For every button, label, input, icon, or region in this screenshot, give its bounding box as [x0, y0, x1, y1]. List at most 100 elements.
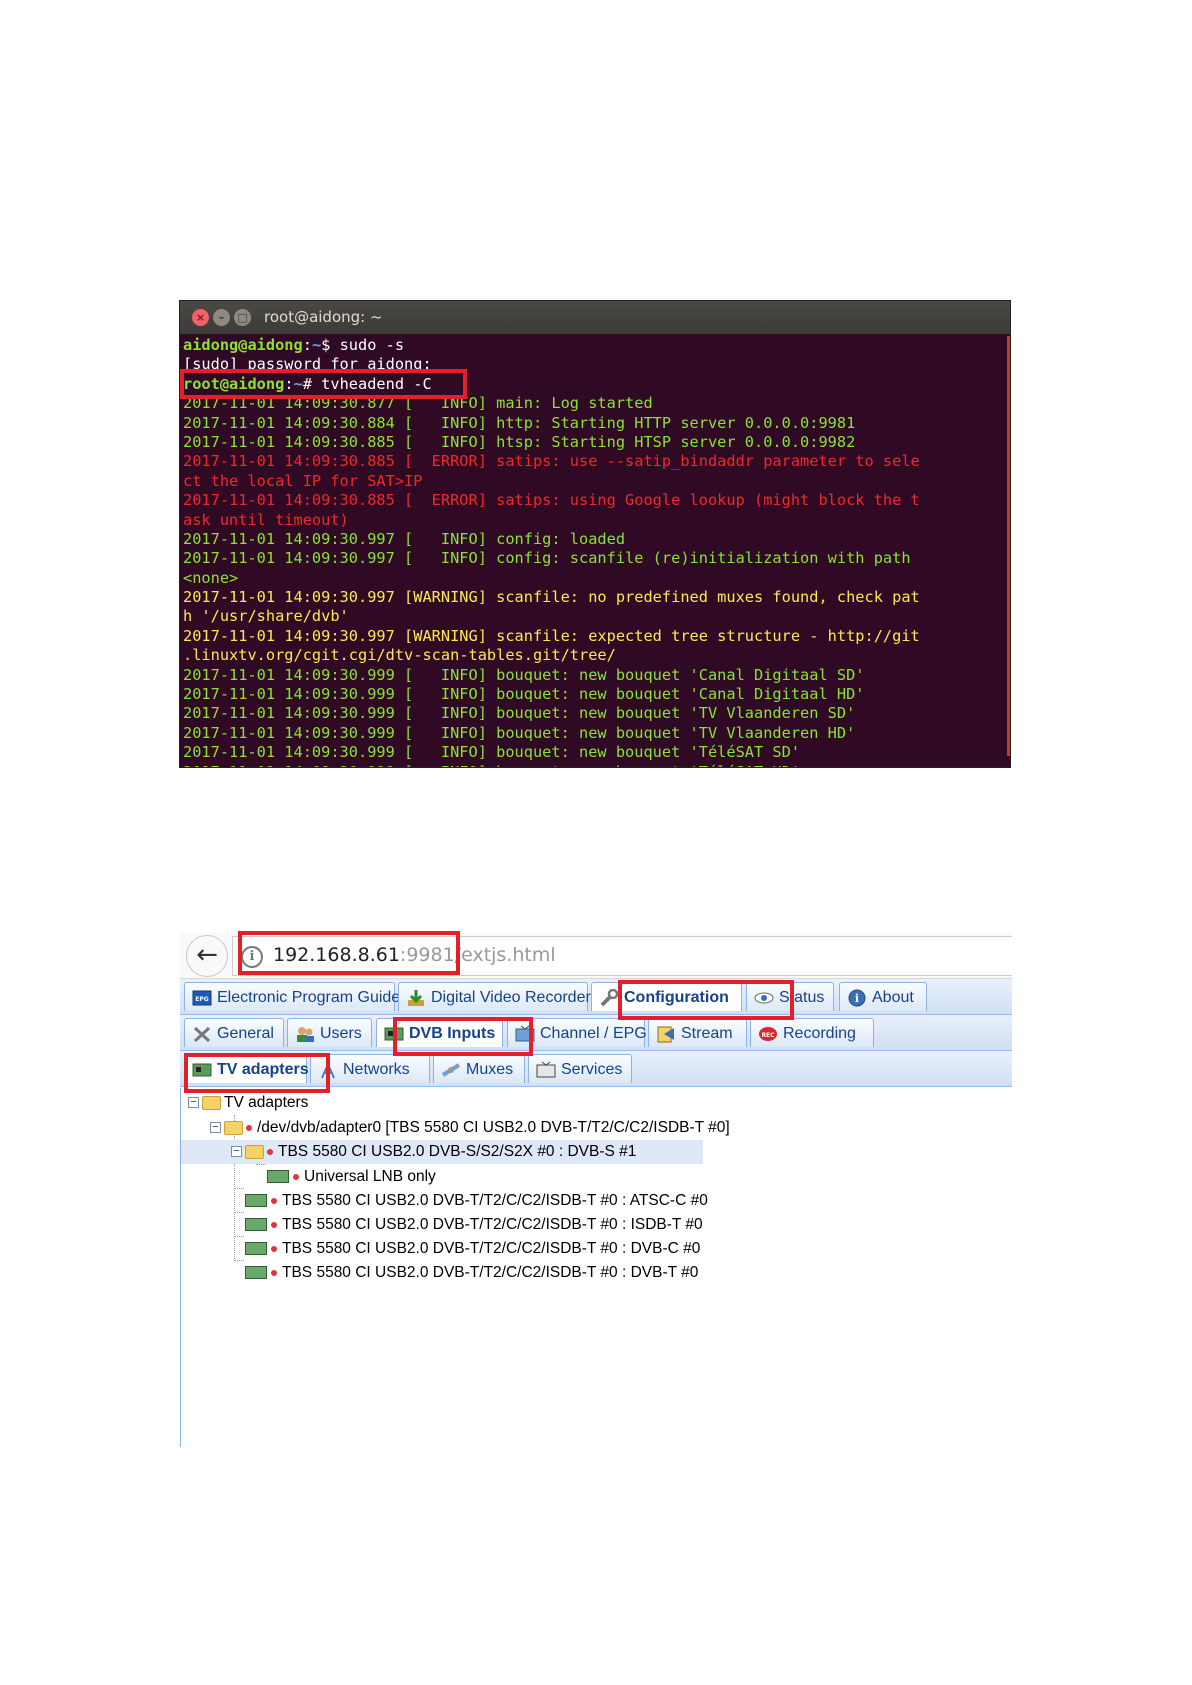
collapse-icon[interactable]: −	[210, 1122, 221, 1134]
collapse-icon[interactable]: −	[188, 1097, 199, 1109]
tab-label: Configuration	[624, 989, 729, 1006]
terminal-line: <none>	[183, 569, 1010, 588]
tv-card-icon	[384, 1024, 404, 1042]
tv-icon	[536, 1060, 556, 1078]
terminal-text: 2017-11-01 14:09:30.885 [ ERROR] satips:…	[183, 452, 920, 471]
address-bar[interactable]: i 192.168.8.61:9981/extjs.html	[232, 936, 1012, 976]
tree-node-frontend[interactable]: TBS 5580 CI USB2.0 DVB-T/T2/C/C2/ISDB-T …	[245, 1213, 703, 1237]
terminal-line: 2017-11-01 14:09:30.999 [ INFO] bouquet:…	[183, 763, 1010, 767]
terminal-text: :	[284, 374, 294, 393]
node-label: TBS 5580 CI USB2.0 DVB-S/S2/S2X #0 : DVB…	[278, 1143, 637, 1160]
terminal-line: .linuxtv.org/cgit.cgi/dtv-scan-tables.gi…	[183, 646, 1010, 665]
tab-configuration[interactable]: Configuration	[591, 982, 742, 1011]
tab-about[interactable]: i About	[839, 982, 927, 1011]
minimize-icon[interactable]: –	[213, 309, 230, 326]
folder-icon	[202, 1095, 221, 1110]
svg-text:i: i	[855, 992, 859, 1005]
terminal-text: 2017-11-01 14:09:30.885 [ ERROR] satips:…	[183, 491, 920, 510]
terminal-text: ct the local IP for SAT>IP	[183, 471, 423, 490]
tab-label: Digital Video Recorder	[431, 989, 591, 1006]
collapse-icon[interactable]: −	[231, 1146, 242, 1158]
status-dot-icon	[267, 1148, 273, 1155]
node-label: Universal LNB only	[304, 1168, 436, 1185]
tv-card-icon	[245, 1266, 267, 1280]
terminal-text: 2017-11-01 14:09:30.999 [ INFO] bouquet:…	[183, 665, 865, 684]
config-tabbar: General Users DVB Inputs Channel / EPG S…	[180, 1015, 1012, 1051]
terminal-text: 2017-11-01 14:09:30.999 [ INFO] bouquet:…	[183, 763, 800, 767]
node-label: /dev/dvb/adapter0 [TBS 5580 CI USB2.0 DV…	[257, 1119, 730, 1136]
tab-label: TV adapters	[217, 1061, 309, 1078]
close-icon[interactable]: ×	[192, 309, 209, 326]
status-dot-icon	[271, 1245, 277, 1252]
tree-node-frontend[interactable]: TBS 5580 CI USB2.0 DVB-T/T2/C/C2/ISDB-T …	[245, 1237, 700, 1261]
terminal-text: ~	[293, 374, 303, 393]
terminal-line: 2017-11-01 14:09:30.999 [ INFO] bouquet:…	[183, 666, 1010, 685]
terminal-text: 2017-11-01 14:09:30.999 [ INFO] bouquet:…	[183, 723, 856, 742]
tab-dvr[interactable]: Digital Video Recorder	[398, 982, 591, 1011]
terminal-output[interactable]: aidong@aidong:~$ sudo -s [sudo] password …	[183, 336, 1010, 767]
tab-stream[interactable]: Stream	[648, 1018, 747, 1047]
tree-node-frontend[interactable]: TBS 5580 CI USB2.0 DVB-T/T2/C/C2/ISDB-T …	[245, 1189, 708, 1213]
terminal-text: ask until timeout)	[183, 510, 349, 529]
node-label: TBS 5580 CI USB2.0 DVB-T/T2/C/C2/ISDB-T …	[282, 1264, 699, 1281]
tab-epg[interactable]: EPG Electronic Program Guide	[184, 982, 400, 1011]
download-icon	[406, 988, 426, 1006]
tab-status[interactable]: Status	[746, 982, 834, 1011]
terminal-scrollbar[interactable]	[1007, 336, 1010, 756]
terminal-text: 2017-11-01 14:09:30.884 [ INFO] http: St…	[183, 413, 856, 432]
tree-connector	[234, 1188, 244, 1189]
terminal-text: # tvheadend -C	[302, 374, 432, 393]
tab-general[interactable]: General	[184, 1018, 284, 1047]
tab-label: General	[217, 1025, 274, 1042]
tree-connector	[234, 1236, 244, 1237]
tab-dvb-inputs[interactable]: DVB Inputs	[376, 1018, 503, 1047]
tv-card-icon	[245, 1242, 267, 1256]
terminal-text: $ sudo -s	[321, 336, 405, 354]
tab-channel-epg[interactable]: Channel / EPG	[507, 1018, 647, 1047]
svg-text:EPG: EPG	[195, 996, 208, 1003]
node-label: TBS 5580 CI USB2.0 DVB-T/T2/C/C2/ISDB-T …	[282, 1192, 708, 1209]
terminal-line: 2017-11-01 14:09:30.997 [ INFO] config: …	[183, 530, 1010, 549]
tab-label: Status	[779, 989, 825, 1006]
rec-icon: REC	[758, 1024, 778, 1042]
tree-connector	[256, 1164, 266, 1165]
terminal-text: ~	[311, 336, 322, 354]
tree-node-lnb[interactable]: Universal LNB only	[267, 1165, 436, 1189]
tree-node-adapter[interactable]: − /dev/dvb/adapter0 [TBS 5580 CI USB2.0 D…	[210, 1116, 730, 1140]
url-path: /extjs.html	[454, 944, 556, 966]
tv-card-icon	[245, 1194, 267, 1208]
maximize-icon[interactable]: □	[234, 309, 251, 326]
tab-label: Channel / EPG	[540, 1025, 647, 1042]
terminal-line: 2017-11-01 14:09:30.877 [ INFO] main: Lo…	[183, 394, 1010, 413]
tree-node-frontend-dvbs[interactable]: − TBS 5580 CI USB2.0 DVB-S/S2/S2X #0 : DV…	[181, 1140, 703, 1164]
tree-node-root[interactable]: − TV adapters	[188, 1091, 308, 1115]
tab-label: DVB Inputs	[409, 1025, 496, 1042]
terminal-line: 2017-11-01 14:09:30.999 [ INFO] bouquet:…	[183, 704, 1010, 723]
back-button[interactable]: ←	[186, 935, 228, 977]
navigation-bar: ← i 192.168.8.61:9981/extjs.html	[180, 932, 1012, 979]
satellite-icon	[441, 1060, 461, 1078]
terminal-line: 2017-11-01 14:09:30.997 [WARNING] scanfi…	[183, 588, 1010, 607]
terminal-line: 2017-11-01 14:09:30.999 [ INFO] bouquet:…	[183, 743, 1010, 762]
node-label: TBS 5580 CI USB2.0 DVB-T/T2/C/C2/ISDB-T …	[282, 1216, 703, 1233]
terminal-line: 2017-11-01 14:09:30.997 [WARNING] scanfi…	[183, 627, 1010, 646]
tab-services[interactable]: Services	[528, 1054, 632, 1083]
eye-icon	[754, 988, 774, 1006]
tree-node-frontend[interactable]: TBS 5580 CI USB2.0 DVB-T/T2/C/C2/ISDB-T …	[245, 1261, 698, 1285]
tab-networks[interactable]: Networks	[310, 1054, 430, 1083]
terminal-text: .linuxtv.org/cgit.cgi/dtv-scan-tables.gi…	[183, 646, 616, 665]
tab-tv-adapters[interactable]: TV adapters	[184, 1054, 309, 1083]
url-host: 192.168.8.61	[273, 944, 400, 966]
terminal-text: 2017-11-01 14:09:30.997 [WARNING] scanfi…	[183, 626, 920, 645]
tab-label: Muxes	[466, 1061, 514, 1078]
dvb-inputs-tabbar: TV adapters Networks Muxes Services	[180, 1051, 1012, 1087]
tab-muxes[interactable]: Muxes	[433, 1054, 525, 1083]
tab-label: About	[872, 989, 914, 1006]
tab-recording[interactable]: REC Recording	[750, 1018, 874, 1047]
terminal-text: :	[302, 336, 312, 354]
tab-users[interactable]: Users	[287, 1018, 372, 1047]
info-icon[interactable]: i	[241, 946, 263, 968]
terminal-text: aidong@aidong	[183, 336, 303, 354]
terminal-line: 2017-11-01 14:09:30.997 [ INFO] config: …	[183, 549, 1010, 568]
tab-label: Electronic Program Guide	[217, 989, 401, 1006]
